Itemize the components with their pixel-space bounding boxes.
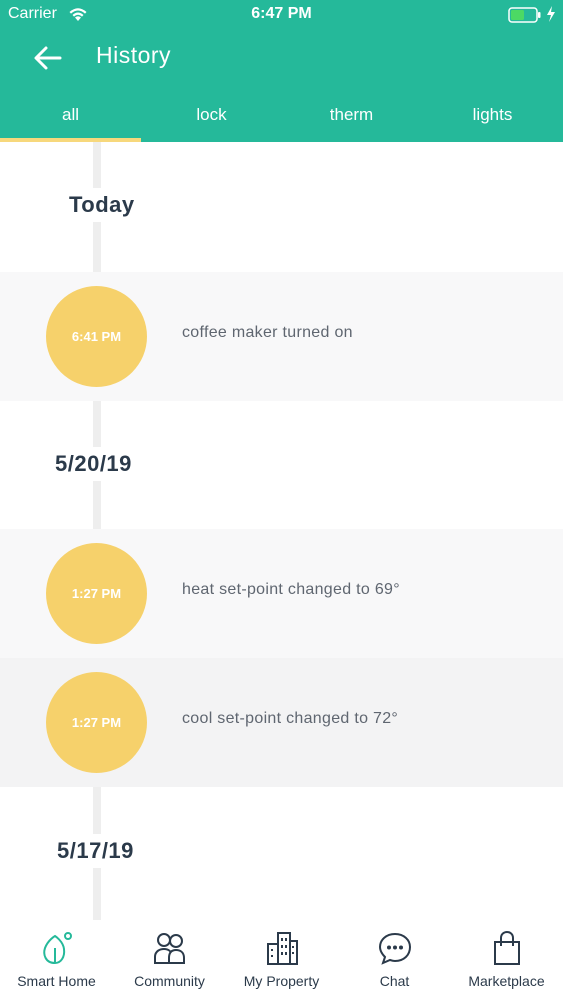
history-event[interactable]: 1:27 PM cool set-point changed to 72° [0, 658, 563, 787]
tab-therm[interactable]: therm [281, 96, 422, 142]
page-title: History [96, 42, 172, 68]
nav-label: My Property [243, 973, 320, 989]
tab-label: therm [329, 105, 374, 124]
nav-my-property[interactable]: My Property [225, 920, 338, 1000]
date-heading-today: Today [69, 188, 135, 222]
nav-community[interactable]: Community [113, 920, 226, 1000]
arrow-left-icon [34, 46, 62, 70]
nav-marketplace[interactable]: Marketplace [450, 920, 563, 1000]
tab-lights[interactable]: lights [422, 96, 563, 142]
event-description: heat set-point changed to 69° [182, 581, 400, 598]
event-description: cool set-point changed to 72° [182, 710, 399, 727]
tab-label: lights [472, 105, 513, 124]
history-timeline[interactable]: Today 6:41 PM coffee maker turned on 5/2… [0, 142, 563, 920]
nav-label: Smart Home [17, 973, 96, 989]
filter-tabs: all lock therm lights [0, 96, 563, 142]
charging-bolt-icon [547, 6, 555, 22]
community-people-icon [153, 933, 185, 964]
chat-bubble-icon [378, 932, 411, 965]
tab-lock[interactable]: lock [141, 96, 282, 142]
event-description: coffee maker turned on [182, 324, 353, 341]
date-heading: 5/20/19 [55, 447, 132, 481]
nav-label: Chat [379, 973, 410, 989]
status-time: 6:47 PM [251, 5, 312, 22]
battery-icon [508, 7, 541, 23]
date-heading: 5/17/19 [57, 834, 134, 868]
tab-all[interactable]: all [0, 96, 141, 142]
event-time-badge: 1:27 PM [46, 543, 147, 644]
bottom-tab-bar: Smart Home Community My Property Chat Ma… [0, 920, 563, 1000]
tab-label: all [61, 105, 79, 124]
building-icon [266, 932, 298, 965]
nav-smart-home[interactable]: Smart Home [0, 920, 113, 1000]
tab-label: lock [196, 105, 227, 124]
shopping-bag-icon [493, 930, 520, 965]
nav-label: Community [134, 973, 205, 989]
status-bar: Carrier 6:47 PM [0, 0, 563, 30]
smart-home-leaf-icon [42, 932, 72, 965]
nav-chat[interactable]: Chat [338, 920, 451, 1000]
event-time-badge: 6:41 PM [46, 286, 147, 387]
app-header: Carrier 6:47 PM History all lock therm l… [0, 0, 563, 142]
history-event[interactable]: 6:41 PM coffee maker turned on [0, 272, 563, 401]
history-event[interactable]: 1:27 PM heat set-point changed to 69° [0, 529, 563, 658]
back-button[interactable] [32, 44, 64, 72]
nav-label: Marketplace [468, 973, 545, 989]
event-time-badge: 1:27 PM [46, 672, 147, 773]
